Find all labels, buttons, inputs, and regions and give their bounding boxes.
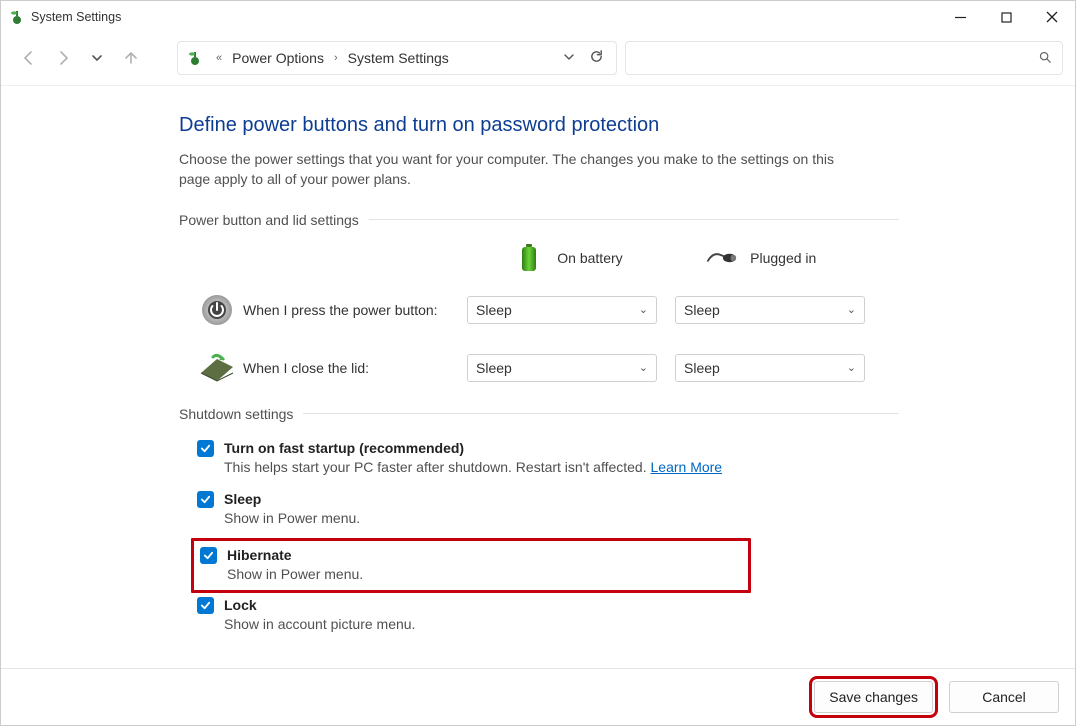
row-label-power-button: When I press the power button: (237, 302, 467, 318)
checkbox-label: Lock (224, 597, 257, 613)
chevron-right-icon: › (330, 52, 342, 64)
window-title: System Settings (31, 10, 121, 24)
addressbar[interactable]: « Power Options › System Settings (177, 41, 617, 75)
learn-more-link[interactable]: Learn More (651, 459, 723, 475)
cancel-button[interactable]: Cancel (949, 681, 1059, 713)
plug-icon (706, 242, 738, 274)
power-button-plugged-select[interactable]: Sleep ⌄ (675, 296, 865, 324)
section-header-shutdown: Shutdown settings (179, 406, 899, 422)
minimize-button[interactable] (937, 1, 983, 33)
checkbox-description: Show in Power menu. (197, 510, 899, 526)
breadcrumb-parent[interactable]: Power Options (232, 50, 324, 66)
chevron-down-icon: ⌄ (639, 303, 648, 316)
addressbar-dropdown[interactable] (563, 50, 575, 66)
checkbox-description: Show in account picture menu. (197, 616, 899, 632)
row-lid: When I close the lid: Sleep ⌄ Sleep ⌄ (197, 348, 899, 388)
checkbox-label: Sleep (224, 491, 261, 507)
checkbox-row-lock: Lock Show in account picture menu. (197, 593, 899, 644)
maximize-button[interactable] (983, 1, 1029, 33)
divider (303, 413, 899, 414)
breadcrumb-back-chevron[interactable]: « (212, 52, 226, 64)
page-title: Define power buttons and turn on passwor… (179, 114, 899, 137)
nav-history-dropdown[interactable] (85, 46, 109, 70)
checkbox-sleep[interactable] (197, 491, 214, 508)
section-label: Shutdown settings (179, 406, 293, 422)
close-button[interactable] (1029, 1, 1075, 33)
nav-up-button[interactable] (119, 46, 143, 70)
checkbox-row-hibernate: Hibernate Show in Power menu. (191, 538, 751, 593)
search-input[interactable] (625, 41, 1063, 75)
section-header-power: Power button and lid settings (179, 212, 899, 228)
nav-forward-button[interactable] (51, 46, 75, 70)
battery-icon (513, 242, 545, 274)
toolbar: « Power Options › System Settings (1, 33, 1075, 86)
chevron-down-icon: ⌄ (639, 361, 648, 374)
addressbar-icon (186, 49, 204, 67)
checkbox-hibernate[interactable] (200, 547, 217, 564)
nav-back-button[interactable] (17, 46, 41, 70)
lid-battery-select[interactable]: Sleep ⌄ (467, 354, 657, 382)
row-label-lid: When I close the lid: (237, 360, 467, 376)
power-column-headers: On battery Plugged in (179, 242, 899, 274)
lid-plugged-select[interactable]: Sleep ⌄ (675, 354, 865, 382)
power-button-battery-select[interactable]: Sleep ⌄ (467, 296, 657, 324)
checkbox-label: Hibernate (227, 547, 292, 563)
lid-icon (197, 348, 237, 388)
checkbox-row-fast-startup: Turn on fast startup (recommended) This … (197, 436, 899, 487)
column-header-battery: On battery (557, 250, 622, 266)
chevron-down-icon: ⌄ (847, 303, 856, 316)
breadcrumb-current[interactable]: System Settings (348, 50, 449, 66)
app-icon (9, 9, 25, 25)
row-power-button: When I press the power button: Sleep ⌄ S… (197, 290, 899, 330)
footer: Save changes Cancel (1, 668, 1075, 725)
checkbox-fast-startup[interactable] (197, 440, 214, 457)
refresh-button[interactable] (589, 49, 604, 67)
titlebar: System Settings (1, 1, 1075, 33)
column-header-plugged: Plugged in (750, 250, 816, 266)
save-button[interactable]: Save changes (814, 681, 933, 713)
divider (369, 219, 899, 220)
page-subtitle: Choose the power settings that you want … (179, 149, 859, 190)
checkbox-label: Turn on fast startup (recommended) (224, 440, 464, 456)
checkbox-row-sleep: Sleep Show in Power menu. (197, 487, 899, 538)
chevron-down-icon: ⌄ (847, 361, 856, 374)
checkbox-lock[interactable] (197, 597, 214, 614)
section-label: Power button and lid settings (179, 212, 359, 228)
checkbox-description: This helps start your PC faster after sh… (197, 459, 899, 475)
power-button-icon (197, 290, 237, 330)
content-area: Define power buttons and turn on passwor… (1, 86, 1075, 668)
checkbox-description: Show in Power menu. (200, 566, 748, 582)
search-icon (1038, 50, 1052, 67)
